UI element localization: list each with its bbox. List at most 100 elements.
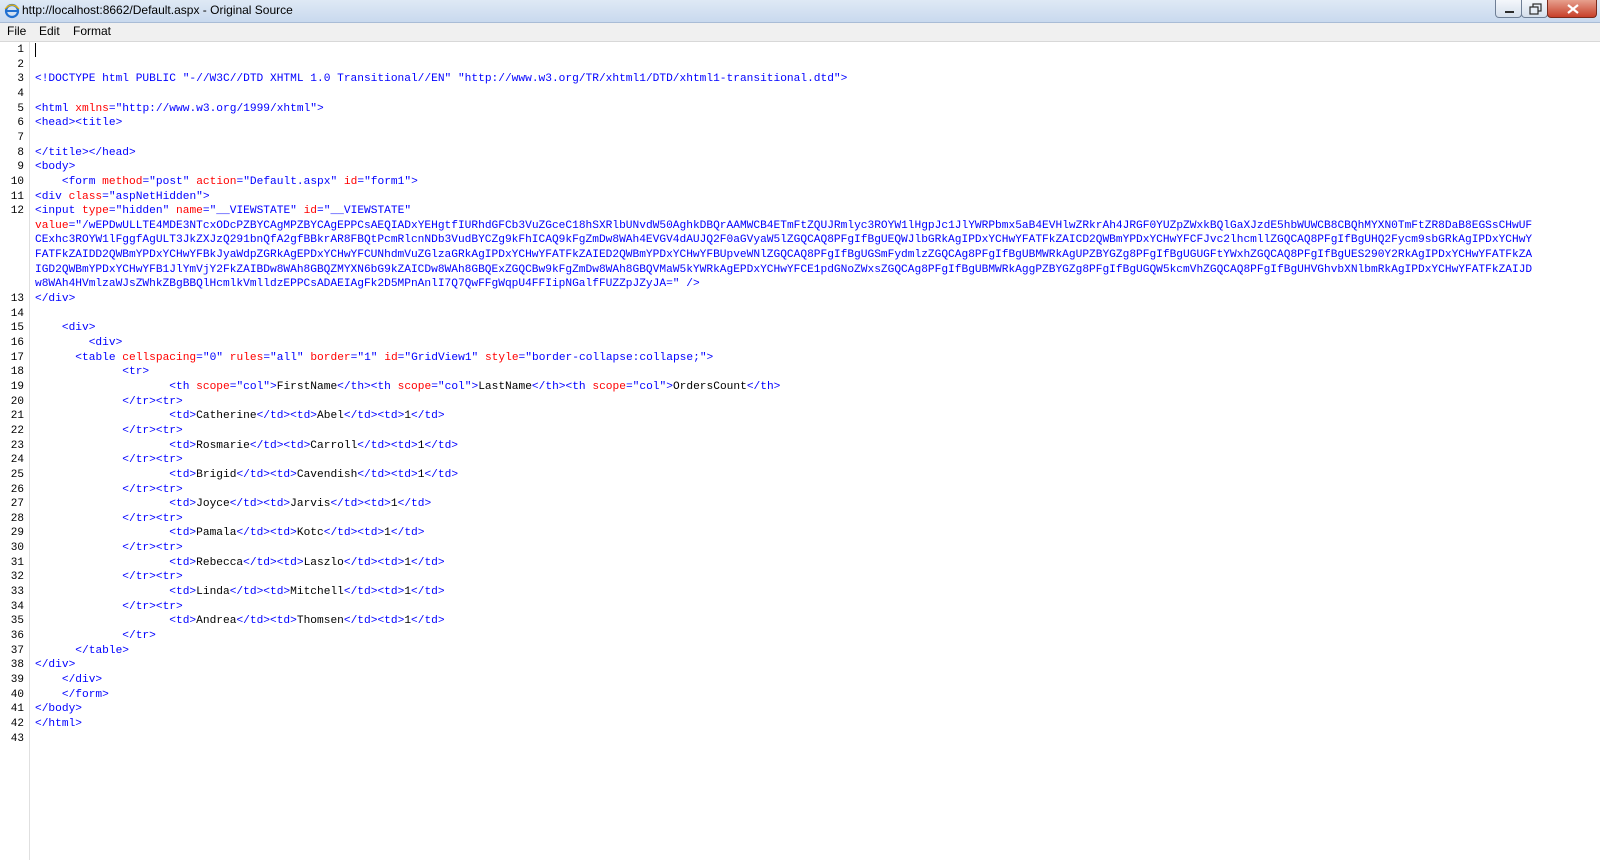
attribute-value: "__VIEWSTATE" bbox=[209, 205, 297, 218]
line-number: 6 bbox=[17, 117, 24, 130]
minimize-button[interactable] bbox=[1495, 0, 1522, 18]
markup-token: </td><td> bbox=[343, 615, 405, 628]
line-number: 29 bbox=[10, 527, 24, 540]
attribute-value: "GridView1" bbox=[404, 351, 479, 364]
attribute-name: border bbox=[310, 351, 351, 364]
markup-token: </td> bbox=[411, 586, 445, 599]
text-content: Jarvis bbox=[290, 498, 331, 511]
code-line: <div> bbox=[35, 321, 96, 336]
attribute-value: IGD2QWBmYPDxYCHwYFB1JlYmVjY2FkZAIBDw8WAh… bbox=[35, 263, 1533, 276]
markup-token: > bbox=[270, 380, 277, 393]
markup-token: </td> bbox=[390, 527, 425, 540]
text-content bbox=[35, 557, 169, 569]
attribute-name: action bbox=[196, 175, 237, 188]
markup-token: </td><td> bbox=[229, 586, 291, 599]
markup-token: </td><td> bbox=[236, 527, 297, 540]
text-content bbox=[35, 410, 169, 422]
line-number: 36 bbox=[10, 630, 24, 642]
text-content: 1 bbox=[390, 498, 398, 511]
source-editor[interactable]: 1 2 3 4 5 6 7 8 9 10 11 12 13 14 15 16 17 18 19 20 21 22 23 24 2… bbox=[0, 42, 1600, 860]
line-number: 21 bbox=[10, 410, 24, 423]
code-line: <td>Brigid</td><td>Cavendish</td><td>1</… bbox=[35, 468, 458, 483]
markup-token: </div> bbox=[61, 673, 103, 686]
close-button[interactable] bbox=[1547, 0, 1597, 18]
code-line: <td>Rebecca</td><td>Laszlo</td><td>1</td… bbox=[35, 556, 444, 571]
line-number: 11 bbox=[10, 190, 24, 203]
code-line: </tr><tr> bbox=[35, 512, 182, 527]
text-content: Laszlo bbox=[303, 556, 344, 569]
code-line-wrapped: IGD2QWBmYPDxYCHwYFB1JlYmVjY2FkZAIBDw8WAh… bbox=[35, 263, 1532, 278]
markup-token: = bbox=[431, 380, 438, 393]
line-number: 39 bbox=[10, 673, 24, 686]
markup-token: <table bbox=[75, 351, 123, 364]
text-content bbox=[35, 513, 122, 525]
text-content: Abel bbox=[317, 410, 344, 423]
line-number: 24 bbox=[10, 454, 24, 467]
markup-token: </th><th bbox=[337, 380, 398, 393]
markup-token: </body> bbox=[35, 703, 82, 716]
code-line: </body> bbox=[35, 702, 82, 717]
code-line: </div> bbox=[35, 292, 75, 307]
line-number-gutter: 1 2 3 4 5 6 7 8 9 10 11 12 13 14 15 16 17 18 19 20 21 22 23 24 2… bbox=[0, 42, 30, 860]
maximize-button[interactable] bbox=[1521, 0, 1548, 18]
attribute-name: id bbox=[343, 175, 358, 188]
text-content bbox=[35, 674, 62, 686]
attribute-value: "Default.aspx" bbox=[243, 175, 338, 188]
text-content bbox=[35, 601, 122, 613]
markup-token: </title></head> bbox=[35, 146, 136, 159]
text-content bbox=[35, 176, 62, 188]
markup-token: <input bbox=[35, 205, 82, 218]
menu-format[interactable]: Format bbox=[73, 24, 111, 38]
code-line-wrapped: value="/wEPDwULLTE4MDE3NTcxODcPZBYCAgMPZ… bbox=[35, 219, 1532, 234]
line-number: 42 bbox=[10, 717, 24, 730]
markup-token: = bbox=[317, 205, 324, 218]
attribute-value: "http://www.w3.org/TR/xhtml1/DTD/xhtml1-… bbox=[457, 73, 841, 86]
markup-token: > bbox=[840, 73, 848, 86]
text-content bbox=[35, 366, 122, 378]
code-line: </tr> bbox=[35, 629, 156, 644]
markup-token: <td> bbox=[169, 439, 197, 452]
line-number: 18 bbox=[10, 366, 24, 379]
text-content bbox=[35, 586, 169, 598]
menu-edit[interactable]: Edit bbox=[39, 24, 60, 38]
line-number: 35 bbox=[10, 615, 24, 628]
line-number: 38 bbox=[10, 659, 24, 672]
line-number: 28 bbox=[10, 512, 24, 525]
attribute-value: "hidden" bbox=[115, 205, 170, 218]
markup-token: </td><td> bbox=[249, 439, 311, 452]
line-number: 16 bbox=[10, 337, 24, 349]
code-line: </div> bbox=[35, 658, 75, 673]
attribute-value: "aspNetHidden" bbox=[108, 190, 203, 203]
markup-token: <div bbox=[35, 190, 69, 203]
text-content bbox=[35, 440, 169, 452]
line-number: 1 bbox=[17, 44, 24, 56]
menu-file[interactable]: File bbox=[7, 24, 26, 38]
text-content bbox=[35, 396, 122, 408]
markup-token: = bbox=[108, 205, 116, 218]
code-line: <td>Linda</td><td>Mitchell</td><td>1</td… bbox=[35, 585, 445, 600]
code-line-wrapped: w8WAh4HVmlzaWJsZWhkZBgBBQlHcmlkVmlldzEPP… bbox=[35, 277, 700, 292]
markup-token: <tr> bbox=[122, 366, 150, 379]
attribute-value: "0" bbox=[202, 351, 224, 364]
text-content bbox=[35, 527, 169, 539]
markup-token: </div> bbox=[35, 293, 76, 306]
attribute-value: CExhc3ROYW1lFggfAgULT3JkZXJzQ291bnQfA2gf… bbox=[35, 234, 1533, 247]
markup-token: </tr><tr> bbox=[122, 542, 183, 555]
text-content: Rebecca bbox=[196, 556, 244, 569]
markup-token: <td> bbox=[169, 556, 197, 569]
markup-token: <body> bbox=[35, 161, 76, 174]
markup-token: <!DOCTYPE html PUBLIC bbox=[35, 73, 183, 86]
attribute-value: "/wEPDwULLTE4MDE3NTcxODcPZBYCAgMPZBYCAgE… bbox=[75, 219, 1533, 232]
text-content bbox=[35, 542, 122, 554]
text-content: Linda bbox=[196, 586, 230, 599]
code-line: <td>Pamala</td><td>Kotc</td><td>1</td> bbox=[35, 526, 424, 541]
code-line: <tr> bbox=[35, 365, 149, 380]
attribute-name: class bbox=[68, 190, 103, 203]
title-bar[interactable]: http://localhost:8662/Default.aspx - Ori… bbox=[0, 0, 1600, 23]
menu-bar: File Edit Format bbox=[0, 23, 1600, 42]
code-line: </tr><tr> bbox=[35, 395, 182, 410]
markup-token bbox=[451, 73, 458, 85]
attribute-value: "col" bbox=[632, 380, 667, 393]
markup-token: </tr><tr> bbox=[122, 454, 183, 467]
attribute-value: w8WAh4HVmlzaWJsZWhkZBgBBQlHcmlkVmlldzEPP… bbox=[35, 278, 680, 291]
